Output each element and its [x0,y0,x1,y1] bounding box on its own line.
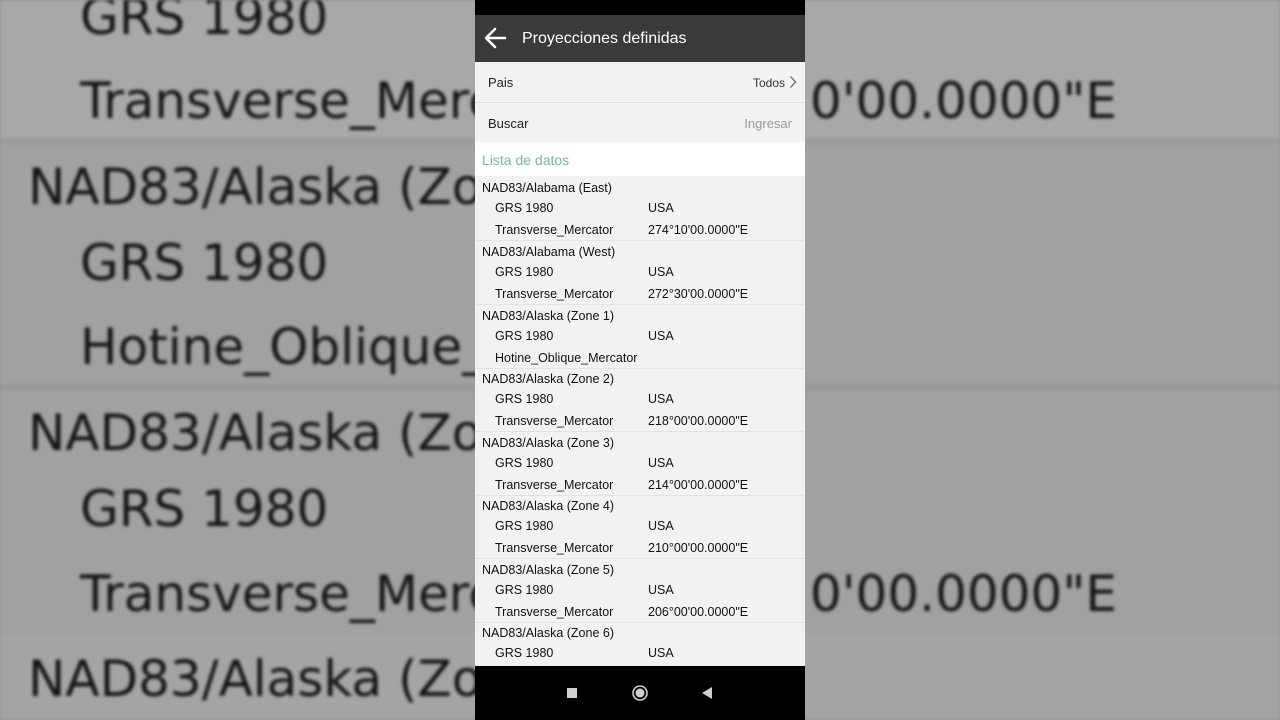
navigation-bar [475,666,805,720]
item-ellipsoid: GRS 1980 [495,201,554,215]
bg-text: NAD83/Alaska (Zon [28,158,515,216]
item-ellipsoid: GRS 1980 [495,519,554,533]
item-projection: Transverse_Mercator [495,414,614,428]
item-country: USA [648,646,674,660]
country-value: Todos [752,76,785,90]
chevron-right-icon [790,76,797,88]
arrow-left-icon [484,27,507,49]
item-country: USA [648,329,674,343]
item-projection: Transverse_Mercator [495,287,614,301]
item-country: USA [648,392,674,406]
bg-text: Hotine_Oblique_M [80,318,531,376]
item-name: NAD83/Alabama (East) [482,181,612,195]
bg-text: NAD83/Alaska (Zon [28,404,515,462]
item-projection: Hotine_Oblique_Mercator [495,351,638,365]
item-name: NAD83/Alaska (Zone 1) [482,309,615,323]
country-filter-row[interactable]: Pais Todos [475,62,805,103]
bg-text: Transverse_Merc [80,565,496,623]
item-name: NAD83/Alabama (West) [482,245,616,259]
bg-text: GRS 1980 [80,234,329,292]
bg-text: 0'00.0000"E [810,565,1117,623]
list-item[interactable]: NAD83/Alaska (Zone 2) GRS 1980 USA Trans… [475,367,805,432]
item-country: USA [648,265,674,279]
projection-list[interactable]: NAD83/Alabama (East) GRS 1980 USA Transv… [475,176,805,666]
circle-icon [632,685,648,701]
item-name: NAD83/Alaska (Zone 5) [482,563,615,577]
bg-text: Transverse_Merc [80,72,496,130]
back-button[interactable] [481,23,511,53]
item-country: USA [648,583,674,597]
search-label: Buscar [488,116,529,131]
search-input[interactable]: Ingresar [744,116,792,131]
bg-text: GRS 1980 [80,0,329,46]
item-country: USA [648,519,674,533]
item-name: NAD83/Alaska (Zone 4) [482,499,615,513]
item-country: USA [648,201,674,215]
home-button[interactable] [626,679,654,707]
item-projection: Transverse_Mercator [495,223,614,237]
status-bar [475,0,805,15]
list-item[interactable]: NAD83/Alaska (Zone 5) GRS 1980 USA Trans… [475,558,805,623]
item-meridian: 274°10'00.0000"E [648,223,749,237]
item-name: NAD83/Alaska (Zone 2) [482,372,615,386]
item-meridian: 206°00'00.0000"E [648,605,749,619]
item-ellipsoid: GRS 1980 [495,646,554,660]
data-list-header: Lista de datos [475,142,805,176]
item-projection: Transverse_Mercator [495,605,614,619]
item-ellipsoid: GRS 1980 [495,265,554,279]
app-bar: Proyecciones definidas [475,15,805,62]
phone-screen: Proyecciones definidas Pais Todos Buscar… [475,0,805,720]
recents-button[interactable] [558,679,586,707]
list-item[interactable]: NAD83/Alaska (Zone 4) GRS 1980 USA Trans… [475,494,805,559]
nav-back-button[interactable] [693,679,721,707]
bg-text: 0'00.0000"E [810,72,1117,130]
list-item[interactable]: NAD83/Alabama (West) GRS 1980 USA Transv… [475,240,805,305]
section-title: Lista de datos [482,152,570,168]
country-label: Pais [488,75,514,90]
list-item[interactable]: NAD83/Alabama (East) GRS 1980 USA Transv… [475,176,805,241]
triangle-back-icon [702,687,712,699]
item-country: USA [648,456,674,470]
item-name: NAD83/Alaska (Zone 6) [482,626,615,640]
item-projection: Transverse_Mercator [495,478,614,492]
list-item[interactable]: NAD83/Alaska (Zone 1) GRS 1980 USA Hotin… [475,304,805,369]
square-icon [567,688,577,698]
page-title: Proyecciones definidas [522,30,687,47]
item-projection: Transverse_Mercator [495,541,614,555]
item-ellipsoid: GRS 1980 [495,583,554,597]
item-meridian: 214°00'00.0000"E [648,478,749,492]
search-row[interactable]: Buscar Ingresar [475,103,805,144]
item-ellipsoid: GRS 1980 [495,392,554,406]
list-item[interactable]: NAD83/Alaska (Zone 3) GRS 1980 USA Trans… [475,431,805,496]
item-ellipsoid: GRS 1980 [495,329,554,343]
item-name: NAD83/Alaska (Zone 3) [482,436,615,450]
item-ellipsoid: GRS 1980 [495,456,554,470]
bg-text: NAD83/Alaska (Zon [28,650,515,708]
item-meridian: 218°00'00.0000"E [648,414,749,428]
list-item[interactable]: NAD83/Alaska (Zone 6) GRS 1980 USA [475,621,805,666]
item-meridian: 272°30'00.0000"E [648,287,749,301]
bg-text: GRS 1980 [80,480,329,538]
item-meridian: 210°00'00.0000"E [648,541,749,555]
